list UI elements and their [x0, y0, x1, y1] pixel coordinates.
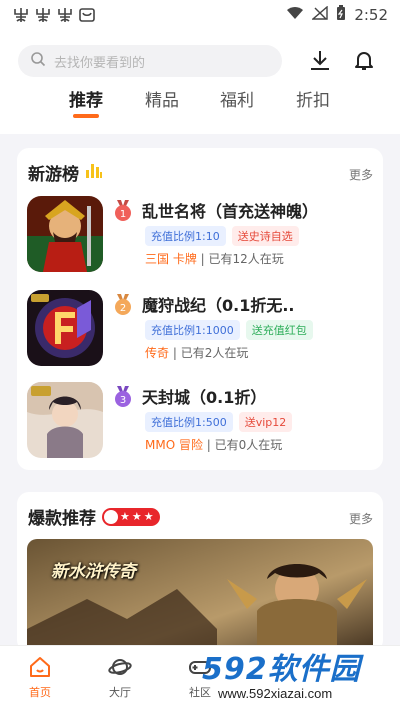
nav-label: 大厅	[109, 686, 131, 699]
badge-icon	[104, 509, 118, 524]
svg-text:3: 3	[120, 395, 126, 406]
store-notification-icon	[78, 7, 96, 23]
status-time: 2:52	[354, 6, 388, 24]
nav-hall[interactable]: 大厅	[90, 654, 150, 700]
recharge-ratio-tag: 充值比例1:1000	[145, 320, 240, 340]
game-category: 传奇	[145, 346, 170, 360]
tab-recommend[interactable]: 推荐	[56, 86, 116, 111]
section-title: 爆款推荐 ★ ★ ★	[28, 504, 160, 529]
game-name: 天封城（0.1折）	[142, 388, 267, 407]
site-watermark: 592软件园 www.592xiazai.com	[198, 638, 400, 711]
svg-text:2: 2	[120, 303, 126, 314]
app-notification-icon	[56, 7, 74, 23]
wifi-icon	[286, 6, 304, 24]
game-banner[interactable]: 新水浒传奇	[27, 539, 373, 652]
category-tabs: 推荐 精品 福利 折扣	[0, 86, 400, 126]
nav-label: 首页	[29, 686, 51, 699]
tab-welfare[interactable]: 福利	[207, 86, 267, 111]
active-tab-indicator	[73, 114, 99, 118]
watermark-url: www.592xiazai.com	[218, 686, 333, 701]
star-icon: ★	[120, 510, 130, 523]
app-notification-icon	[12, 7, 30, 23]
promo-tag: 送vip12	[238, 412, 293, 432]
game-category: MMO 冒险	[145, 438, 203, 452]
game-meta: 三国 卡牌 | 已有12人在玩	[145, 250, 284, 267]
status-bar: 2:52	[0, 0, 400, 30]
meta-divider: |	[206, 438, 215, 452]
game-name: 乱世名将（首充送神魄）	[142, 202, 319, 221]
star-rating-badge: ★ ★ ★	[102, 507, 160, 526]
search-placeholder: 去找你要看到的	[54, 55, 146, 71]
tab-premium[interactable]: 精品	[132, 86, 192, 111]
promo-tag: 送充值红包	[245, 320, 313, 340]
game-list-item[interactable]: 3 天封城（0.1折） 充值比例1:500 送vip12 MMO 冒险 | 已有…	[27, 382, 373, 462]
meta-divider: |	[200, 252, 209, 266]
player-count: 已有2人在玩	[180, 346, 249, 360]
game-tags: 充值比例1:500 送vip12	[145, 412, 293, 432]
nav-home[interactable]: 首页	[10, 654, 70, 700]
no-signal-icon	[311, 5, 329, 24]
search-input[interactable]: 去找你要看到的	[18, 45, 282, 77]
home-icon	[27, 654, 53, 680]
player-count: 已有12人在玩	[208, 252, 284, 266]
promo-tag: 送史诗自选	[231, 226, 299, 246]
rank-medal-icon: 2	[113, 294, 133, 316]
header: 去找你要看到的 推荐 精品 福利 折扣	[0, 30, 400, 134]
recharge-ratio-tag: 充值比例1:10	[145, 226, 226, 246]
game-name: 魔狩战纪（0.1折无..	[142, 296, 295, 315]
player-count: 已有0人在玩	[214, 438, 283, 452]
section-title: 新游榜	[28, 160, 103, 185]
rank-medal-icon: 3	[113, 386, 133, 408]
meta-divider: |	[172, 346, 181, 360]
game-thumbnail[interactable]	[27, 290, 103, 366]
rank-medal-icon: 1	[113, 200, 133, 222]
game-list-item[interactable]: 2 魔狩战纪（0.1折无.. 充值比例1:1000 送充值红包 传奇 | 已有2…	[27, 290, 373, 370]
chart-bars-icon	[85, 161, 103, 184]
watermark-brand: 592软件园	[202, 652, 361, 687]
battery-icon	[336, 5, 346, 25]
game-tags: 充值比例1:1000 送充值红包	[145, 320, 313, 340]
banner-logo: 新水浒传奇	[51, 562, 136, 582]
more-link[interactable]: 更多	[349, 166, 373, 183]
game-tags: 充值比例1:10 送史诗自选	[145, 226, 299, 246]
tab-discount[interactable]: 折扣	[283, 86, 343, 111]
game-meta: MMO 冒险 | 已有0人在玩	[145, 436, 282, 453]
game-meta: 传奇 | 已有2人在玩	[145, 344, 248, 361]
game-list-item[interactable]: 1 乱世名将（首充送神魄） 充值比例1:10 送史诗自选 三国 卡牌 | 已有1…	[27, 196, 373, 276]
new-games-title: 新游榜	[28, 165, 79, 185]
game-thumbnail[interactable]	[27, 196, 103, 272]
hot-recommend-title: 爆款推荐	[28, 509, 96, 529]
new-games-card: 新游榜 更多 1 乱世名将（首充送神魄） 充值比例1:10 送史诗自选 三国 卡…	[17, 148, 383, 470]
search-icon	[30, 51, 46, 71]
recharge-ratio-tag: 充值比例1:500	[145, 412, 233, 432]
star-icon: ★	[143, 510, 154, 523]
more-link[interactable]: 更多	[349, 510, 373, 527]
star-icon: ★	[131, 510, 142, 523]
download-icon[interactable]	[306, 46, 334, 74]
app-notification-icon	[34, 7, 52, 23]
hot-recommend-card: 爆款推荐 ★ ★ ★ 更多 新水浒传奇	[17, 492, 383, 652]
planet-icon	[107, 654, 133, 680]
game-category: 三国 卡牌	[145, 252, 197, 266]
svg-text:1: 1	[120, 209, 126, 220]
game-thumbnail[interactable]	[27, 382, 103, 458]
notification-bell-icon[interactable]	[350, 46, 378, 74]
